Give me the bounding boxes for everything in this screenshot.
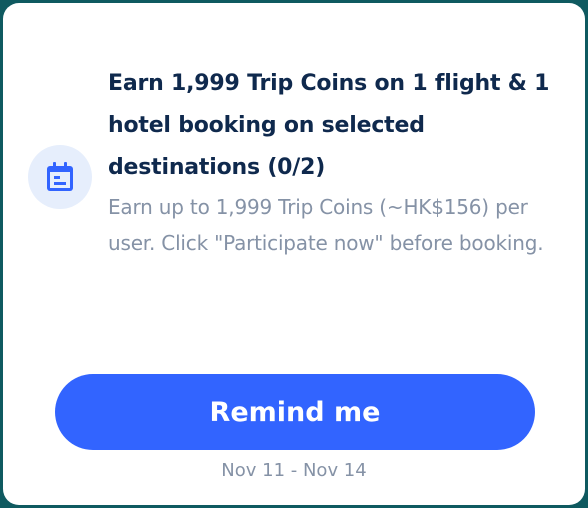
promo-card: Earn 1,999 Trip Coins on 1 flight & 1 ho… [3,3,585,505]
calendar-icon-badge [28,145,92,209]
promo-title: Earn 1,999 Trip Coins on 1 flight & 1 ho… [108,71,550,180]
promo-content: Earn 1,999 Trip Coins on 1 flight & 1 ho… [108,63,568,261]
promo-date-range: Nov 11 - Nov 14 [221,460,367,481]
promo-description: Earn up to 1,999 Trip Coins (~HK$156) pe… [108,195,544,255]
remind-me-button[interactable]: Remind me [55,374,535,450]
calendar-icon [47,162,73,191]
